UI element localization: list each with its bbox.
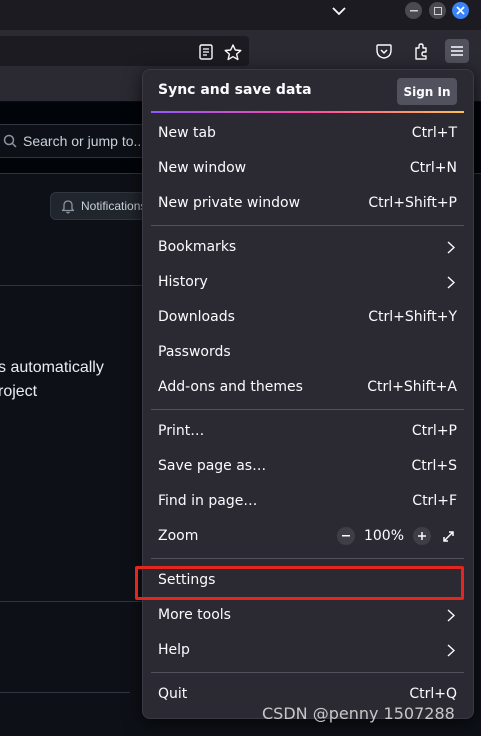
menu-item-label: Zoom <box>158 528 199 544</box>
fullscreen-button[interactable] <box>439 527 457 545</box>
menu-item-settings[interactable]: Settings <box>151 564 464 596</box>
sign-in-button[interactable]: Sign In <box>397 78 457 105</box>
menu-separator <box>151 225 464 226</box>
menu-separator <box>151 409 464 410</box>
notifications-label: Notifications <box>81 199 147 213</box>
menu-item-label: Quit <box>158 686 188 702</box>
fullscreen-icon <box>442 530 454 542</box>
menu-item-shortcut: Ctrl+Shift+Y <box>368 309 457 325</box>
menu-item-history[interactable]: History <box>151 266 464 298</box>
menu-item-shortcut: Ctrl+F <box>412 493 457 509</box>
zoom-reset-button[interactable]: 100% <box>363 528 405 544</box>
menu-item-addons-themes[interactable]: Add-ons and themes Ctrl+Shift+A <box>151 371 464 403</box>
body-text-line: roject <box>0 383 38 400</box>
bell-icon <box>61 199 75 213</box>
menu-item-shortcut: Ctrl+Shift+A <box>367 379 457 395</box>
menu-item-label: Bookmarks <box>158 239 237 255</box>
menu-item-label: New private window <box>158 195 301 211</box>
title-bar <box>0 0 481 30</box>
menu-item-help[interactable]: Help <box>151 634 464 666</box>
search-input[interactable]: Search or jump to... <box>0 124 152 158</box>
close-icon[interactable] <box>452 2 469 19</box>
zoom-out-button[interactable] <box>337 527 355 545</box>
plus-icon <box>418 532 426 540</box>
navigation-bar <box>0 30 481 72</box>
search-icon <box>3 134 17 148</box>
menu-item-shortcut: Ctrl+S <box>411 458 457 474</box>
extensions-icon[interactable] <box>409 39 433 63</box>
url-bar[interactable] <box>0 36 249 66</box>
star-icon[interactable] <box>224 43 242 61</box>
divider <box>0 692 130 693</box>
menu-item-label: Add-ons and themes <box>158 379 303 395</box>
minus-icon <box>342 535 350 537</box>
menu-item-downloads[interactable]: Downloads Ctrl+Shift+Y <box>151 301 464 333</box>
menu-item-label: History <box>158 274 208 290</box>
menu-item-label: New window <box>158 160 247 176</box>
menu-separator <box>151 672 464 673</box>
divider <box>0 285 150 286</box>
menu-item-new-tab[interactable]: New tab Ctrl+T <box>151 117 464 149</box>
menu-item-label: Save page as… <box>158 458 267 474</box>
menu-separator <box>151 558 464 559</box>
chevron-right-icon <box>445 240 457 254</box>
pocket-icon[interactable] <box>372 39 396 63</box>
chevron-down-icon[interactable] <box>326 0 352 22</box>
zoom-controls: 100% <box>337 527 457 545</box>
menu-item-bookmarks[interactable]: Bookmarks <box>151 231 464 263</box>
menu-item-label: New tab <box>158 125 216 141</box>
sync-title: Sync and save data <box>158 82 312 98</box>
search-placeholder: Search or jump to... <box>23 133 146 149</box>
hamburger-menu-icon[interactable] <box>445 39 469 63</box>
reader-view-icon[interactable] <box>197 43 215 61</box>
app-menu-panel: Sync and save data Sign In New tab Ctrl+… <box>142 69 474 719</box>
zoom-in-button[interactable] <box>413 527 431 545</box>
menu-item-find-in-page[interactable]: Find in page… Ctrl+F <box>151 485 464 517</box>
watermark: CSDN @penny 1507288 <box>262 704 455 723</box>
sync-header[interactable]: Sync and save data Sign In <box>143 70 473 112</box>
menu-item-label: Help <box>158 642 190 658</box>
menu-item-label: Passwords <box>158 344 231 360</box>
menu-item-save-page[interactable]: Save page as… Ctrl+S <box>151 450 464 482</box>
menu-item-label: Find in page… <box>158 493 258 509</box>
sync-divider <box>151 111 464 113</box>
menu-item-shortcut: Ctrl+N <box>409 160 457 176</box>
menu-item-shortcut: Ctrl+P <box>411 423 457 439</box>
menu-item-label: More tools <box>158 607 231 623</box>
minimize-icon[interactable] <box>405 2 422 19</box>
menu-item-new-private-window[interactable]: New private window Ctrl+Shift+P <box>151 187 464 219</box>
menu-item-label: Downloads <box>158 309 235 325</box>
chevron-right-icon <box>445 275 457 289</box>
divider <box>0 601 150 602</box>
menu-item-print[interactable]: Print… Ctrl+P <box>151 415 464 447</box>
menu-item-label: Print… <box>158 423 205 439</box>
body-text-line: s automatically <box>0 359 104 376</box>
menu-item-shortcut: Ctrl+Q <box>409 686 457 702</box>
screen: Search or jump to... Notifications s aut… <box>0 0 481 736</box>
maximize-icon[interactable] <box>429 2 446 19</box>
chevron-right-icon <box>445 643 457 657</box>
chevron-right-icon <box>445 608 457 622</box>
menu-item-label: Settings <box>158 572 216 588</box>
menu-item-shortcut: Ctrl+Shift+P <box>368 195 457 211</box>
menu-item-zoom: Zoom 100% <box>151 520 464 552</box>
menu-item-new-window[interactable]: New window Ctrl+N <box>151 152 464 184</box>
menu-item-more-tools[interactable]: More tools <box>151 599 464 631</box>
menu-item-passwords[interactable]: Passwords <box>151 336 464 368</box>
menu-item-shortcut: Ctrl+T <box>411 125 457 141</box>
